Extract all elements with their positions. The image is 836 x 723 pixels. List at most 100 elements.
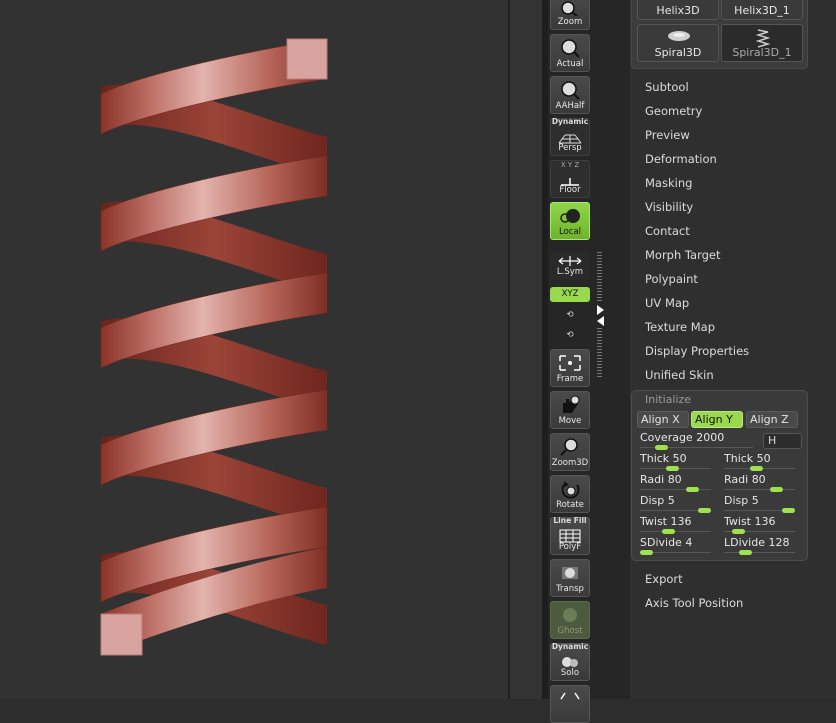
polyf-label: PolyF: [558, 542, 582, 552]
actual-button[interactable]: Actual: [550, 34, 590, 72]
collapse-arrows-icon[interactable]: [596, 304, 606, 326]
ghost-label: Ghost: [557, 626, 583, 636]
menu-display-properties[interactable]: Display Properties: [645, 344, 749, 358]
floor-button[interactable]: X Y Z Floor: [550, 160, 590, 198]
slider-knob[interactable]: [655, 445, 668, 450]
menu-axis-tool-position[interactable]: Axis Tool Position: [645, 596, 743, 610]
menu-uv-map[interactable]: UV Map: [645, 296, 689, 310]
slider-knob[interactable]: [666, 466, 680, 471]
viewport-scroll-strip[interactable]: [510, 0, 542, 699]
polyf-button[interactable]: Line Fill PolyF: [550, 516, 590, 555]
radi-slider-2[interactable]: Radi 80: [721, 473, 801, 492]
slider-knob[interactable]: [662, 529, 676, 534]
aahalf-button[interactable]: AAHalf: [550, 76, 590, 114]
menu-unified-skin[interactable]: Unified Skin: [645, 368, 714, 382]
slider-value: 4: [685, 536, 693, 549]
canvas-viewport[interactable]: [0, 0, 508, 699]
menu-polypaint[interactable]: Polypaint: [645, 272, 698, 286]
zoom3d-label: Zoom3D: [551, 458, 589, 468]
slider-label: Radi: [640, 473, 665, 486]
menu-subtool[interactable]: Subtool: [645, 80, 689, 94]
tool-thumb-spiral3d-1[interactable]: Spiral3D_1: [721, 24, 803, 62]
h-button[interactable]: H: [763, 433, 802, 449]
tool-thumbnails-panel: Helix3D Helix3D_1 Spiral3D Spiral3D_1: [631, 0, 808, 69]
aahalf-label: AAHalf: [555, 101, 585, 111]
fit-button[interactable]: [550, 685, 590, 723]
menu-texture-map[interactable]: Texture Map: [645, 320, 715, 334]
thick-slider-2[interactable]: Thick 50: [721, 452, 801, 471]
move-button[interactable]: Move: [550, 391, 590, 429]
scroll-grip[interactable]: [597, 252, 602, 302]
slider-label: LDivide: [724, 536, 765, 549]
magnifier-icon: [561, 81, 580, 100]
coverage-value: 2000: [696, 431, 725, 444]
thick-slider[interactable]: Thick 50: [637, 452, 717, 471]
twist-slider-2[interactable]: Twist 136: [721, 515, 801, 534]
move-label: Move: [558, 416, 582, 426]
ldivide-slider[interactable]: LDivide 128: [721, 536, 801, 555]
initialize-title[interactable]: Initialize: [645, 393, 691, 406]
zoom-button[interactable]: Zoom: [550, 0, 590, 30]
slider-value: 80: [751, 473, 766, 486]
slider-knob[interactable]: [770, 487, 784, 492]
right-shelf: Zoom Actual AAHalf Dynamic Persp X Y Z F…: [548, 0, 596, 723]
twist-slider[interactable]: Twist 136: [637, 515, 717, 534]
slider-label: SDivide: [640, 536, 682, 549]
slider-knob[interactable]: [782, 508, 795, 513]
persp-button[interactable]: Dynamic Persp: [550, 117, 590, 156]
solo-button[interactable]: Dynamic Solo: [550, 642, 590, 681]
slider-value: 128: [768, 536, 790, 549]
slider-knob[interactable]: [686, 487, 700, 492]
solo-dynamic-label: Dynamic: [551, 642, 589, 651]
floor-label: Floor: [559, 185, 581, 195]
transp-button[interactable]: Transp: [550, 559, 590, 597]
slider-value: 136: [754, 515, 776, 528]
align-y-button[interactable]: Align Y: [691, 411, 743, 428]
magnifier-icon: [560, 438, 578, 456]
tool-thumb-helix3d-1[interactable]: Helix3D_1: [721, 0, 803, 20]
menu-contact[interactable]: Contact: [645, 224, 690, 238]
disp-slider[interactable]: Disp 5: [637, 494, 717, 513]
coverage-slider[interactable]: Coverage 2000: [637, 431, 759, 450]
rotate-button[interactable]: Rotate: [550, 475, 590, 513]
sdivide-slider[interactable]: SDivide 4: [637, 536, 717, 555]
menu-masking[interactable]: Masking: [645, 176, 692, 190]
menu-preview[interactable]: Preview: [645, 128, 690, 142]
align-x-button[interactable]: Align X: [637, 411, 689, 428]
menu-export[interactable]: Export: [645, 572, 683, 586]
slider-label: Twist: [724, 515, 751, 528]
slider-label: Disp: [640, 494, 665, 507]
slider-knob[interactable]: [640, 550, 653, 555]
lsym-button[interactable]: L.Sym: [550, 252, 590, 280]
radi-slider[interactable]: Radi 80: [637, 473, 717, 492]
menu-visibility[interactable]: Visibility: [645, 200, 693, 214]
xyz-rotate-button[interactable]: XYZ: [550, 287, 590, 302]
tool-thumb-spiral3d[interactable]: Spiral3D: [637, 24, 719, 62]
frame-label: Frame: [556, 374, 584, 384]
ghost-button[interactable]: Ghost: [550, 601, 590, 639]
tool-thumb-label: Helix3D_1: [734, 4, 790, 17]
slider-track: [724, 552, 795, 553]
slider-knob[interactable]: [738, 550, 752, 555]
coverage-label: Coverage: [640, 431, 693, 444]
tool-thumb-label: Spiral3D: [654, 46, 702, 59]
local-button[interactable]: Local: [550, 202, 590, 240]
scroll-grip[interactable]: [597, 328, 602, 378]
align-z-button[interactable]: Align Z: [746, 411, 798, 428]
slider-knob[interactable]: [750, 466, 764, 471]
z-rotate-icon[interactable]: ⟲: [550, 328, 590, 343]
slider-label: Disp: [724, 494, 749, 507]
y-rotate-icon[interactable]: ⟲: [550, 308, 590, 323]
transparency-icon: [562, 567, 578, 579]
shelf-side-strip: [596, 0, 630, 699]
frame-icon: [559, 355, 581, 371]
disp-slider-2[interactable]: Disp 5: [721, 494, 801, 513]
menu-morph-target[interactable]: Morph Target: [645, 248, 721, 262]
slider-knob[interactable]: [698, 508, 711, 513]
menu-geometry[interactable]: Geometry: [645, 104, 702, 118]
menu-deformation[interactable]: Deformation: [645, 152, 717, 166]
tool-thumb-helix3d[interactable]: Helix3D: [637, 0, 719, 20]
slider-knob[interactable]: [732, 529, 746, 534]
frame-button[interactable]: Frame: [550, 349, 590, 387]
zoom3d-button[interactable]: Zoom3D: [550, 433, 590, 471]
